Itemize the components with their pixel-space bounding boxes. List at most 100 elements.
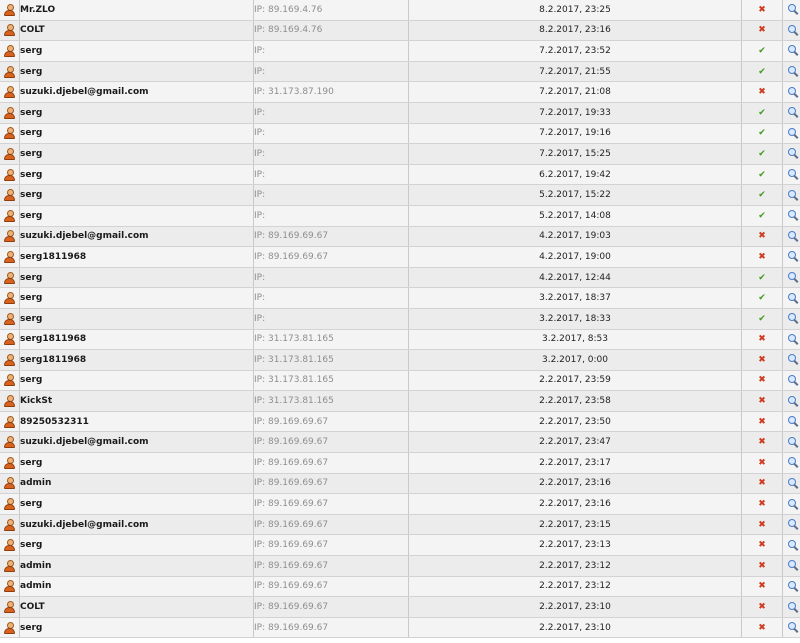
view-details-button[interactable]	[782, 617, 800, 639]
view-details-button[interactable]	[782, 555, 800, 577]
view-details-button[interactable]	[782, 452, 800, 474]
cross-icon: ✖	[758, 4, 766, 15]
cross-icon: ✖	[758, 375, 766, 386]
magnifier-icon[interactable]	[787, 498, 799, 510]
magnifier-icon[interactable]	[787, 272, 799, 283]
ip-address: IP:	[253, 61, 409, 83]
login-datetime: 2.2.2017, 23:50	[408, 411, 742, 433]
magnifier-icon[interactable]	[787, 436, 799, 448]
user-icon	[4, 559, 15, 572]
view-details-button[interactable]	[782, 493, 800, 515]
view-details-button[interactable]	[782, 184, 800, 206]
magnifier-icon[interactable]	[787, 148, 799, 160]
magnifier-icon[interactable]	[787, 601, 799, 613]
view-details-button[interactable]	[782, 390, 800, 412]
status-cell: ✖	[741, 390, 783, 412]
checkmark-icon: ✔	[758, 128, 766, 139]
magnifier-icon[interactable]	[787, 24, 799, 36]
login-datetime: 5.2.2017, 14:08	[408, 205, 742, 227]
magnifier-icon[interactable]	[787, 580, 799, 592]
view-details-button[interactable]	[782, 411, 800, 433]
login-datetime: 3.2.2017, 8:53	[408, 329, 742, 351]
login-datetime: 4.2.2017, 19:00	[408, 246, 742, 268]
magnifier-icon[interactable]	[787, 4, 799, 16]
view-details-button[interactable]	[782, 514, 800, 536]
table-row: serg IP: 3.2.2017, 18:37 ✔	[0, 287, 800, 309]
username: COLT	[19, 596, 254, 618]
status-cell: ✖	[741, 349, 783, 371]
view-details-button[interactable]	[782, 287, 800, 309]
magnifier-icon[interactable]	[787, 210, 799, 222]
status-cell: ✖	[741, 226, 783, 248]
user-icon	[4, 436, 15, 449]
magnifier-icon[interactable]	[787, 333, 799, 345]
view-details-button[interactable]	[782, 226, 800, 248]
user-icon	[4, 477, 15, 490]
checkmark-icon: ✔	[758, 107, 766, 118]
magnifier-icon[interactable]	[787, 354, 799, 366]
view-details-button[interactable]	[782, 0, 800, 21]
magnifier-icon[interactable]	[787, 622, 799, 634]
view-details-button[interactable]	[782, 596, 800, 618]
magnifier-icon[interactable]	[787, 66, 799, 78]
magnifier-icon[interactable]	[787, 457, 799, 469]
cross-icon: ✖	[758, 478, 766, 489]
cross-icon: ✖	[758, 437, 766, 448]
user-icon-cell	[0, 102, 20, 124]
user-icon	[4, 24, 15, 37]
username: serg1811968	[19, 349, 254, 371]
view-details-button[interactable]	[782, 473, 800, 495]
magnifier-icon[interactable]	[787, 560, 799, 572]
magnifier-icon[interactable]	[787, 45, 799, 57]
user-icon-cell	[0, 226, 20, 248]
view-details-button[interactable]	[782, 308, 800, 330]
user-icon-cell	[0, 493, 20, 515]
view-details-button[interactable]	[782, 61, 800, 83]
magnifier-icon[interactable]	[787, 374, 799, 386]
view-details-button[interactable]	[782, 123, 800, 145]
magnifier-icon[interactable]	[787, 86, 799, 98]
status-cell: ✖	[741, 411, 783, 433]
magnifier-icon[interactable]	[787, 292, 799, 304]
view-details-button[interactable]	[782, 164, 800, 186]
view-details-button[interactable]	[782, 267, 800, 289]
username: serg	[19, 370, 254, 392]
ip-address: IP: 89.169.69.67	[253, 576, 409, 598]
table-row: KickSt IP: 31.173.81.165 2.2.2017, 23:58 ✖	[0, 390, 800, 412]
status-cell: ✖	[741, 534, 783, 557]
view-details-button[interactable]	[782, 246, 800, 268]
view-details-button[interactable]	[782, 576, 800, 598]
view-details-button[interactable]	[782, 102, 800, 124]
user-icon-cell	[0, 246, 20, 268]
ip-address: IP:	[253, 287, 409, 309]
magnifier-icon[interactable]	[787, 189, 799, 201]
magnifier-icon[interactable]	[787, 169, 799, 181]
view-details-button[interactable]	[782, 20, 800, 42]
magnifier-icon[interactable]	[787, 477, 799, 489]
magnifier-icon[interactable]	[787, 416, 799, 428]
view-details-button[interactable]	[782, 40, 800, 62]
magnifier-icon[interactable]	[787, 230, 799, 242]
view-details-button[interactable]	[782, 349, 800, 371]
view-details-button[interactable]	[782, 534, 800, 557]
magnifier-icon[interactable]	[787, 539, 799, 551]
user-icon-cell	[0, 534, 20, 557]
ip-address: IP:	[253, 205, 409, 227]
view-details-button[interactable]	[782, 370, 800, 392]
magnifier-icon[interactable]	[787, 107, 799, 119]
table-row: Mr.ZLO IP: 89.169.4.76 8.2.2017, 23:25 ✖	[0, 0, 800, 21]
view-details-button[interactable]	[782, 431, 800, 454]
magnifier-icon[interactable]	[787, 251, 799, 263]
magnifier-icon[interactable]	[787, 519, 799, 531]
view-details-button[interactable]	[782, 205, 800, 227]
view-details-button[interactable]	[782, 329, 800, 351]
view-details-button[interactable]	[782, 143, 800, 165]
magnifier-icon[interactable]	[787, 127, 799, 139]
username: serg	[19, 534, 254, 557]
view-details-button[interactable]	[782, 81, 800, 103]
login-datetime: 5.2.2017, 15:22	[408, 184, 742, 206]
magnifier-icon[interactable]	[787, 313, 799, 325]
username: serg	[19, 493, 254, 515]
login-datetime: 2.2.2017, 23:12	[408, 576, 742, 598]
magnifier-icon[interactable]	[787, 395, 799, 407]
